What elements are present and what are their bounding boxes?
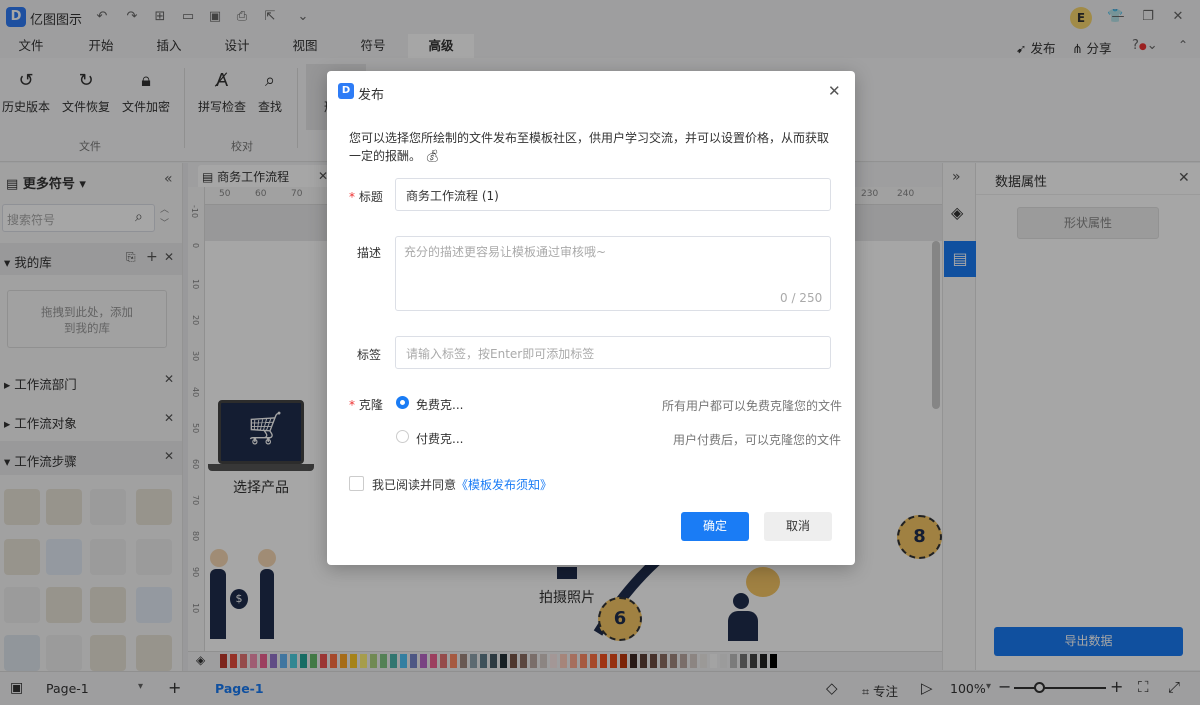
free-clone-description: 所有用户都可以免费克隆您的文件 [662, 399, 843, 413]
cancel-button[interactable]: 取消 [764, 512, 832, 541]
confirm-button[interactable]: 确定 [681, 512, 749, 541]
title-label: * 标题 [349, 190, 383, 204]
free-clone-radio[interactable] [396, 396, 409, 409]
free-clone-option[interactable]: 免费克... [416, 396, 463, 413]
tags-input[interactable]: 请输入标签，按Enter即可添加标签 [395, 336, 831, 369]
close-dialog-icon[interactable]: ✕ [828, 82, 841, 100]
publish-dialog: D 发布 ✕ 您可以选择您所绘制的文件发布至模板社区，供用户学习交流，并可以设置… [327, 71, 855, 565]
description-textarea[interactable]: 充分的描述更容易让模板通过审核哦~ 0 / 250 [395, 236, 831, 311]
title-input[interactable]: 商务工作流程 (1) [395, 178, 831, 211]
clone-label: * 克隆 [349, 398, 383, 412]
money-bag-icon: 💰︎ [424, 149, 441, 163]
publish-terms-link[interactable]: 《模板发布须知》 [456, 476, 552, 493]
paid-clone-radio[interactable] [396, 430, 409, 443]
description-label: 描述 [357, 246, 382, 260]
tags-label: 标签 [357, 348, 382, 362]
app-logo-icon: D [338, 83, 354, 99]
dialog-intro: 您可以选择您所绘制的文件发布至模板社区，供用户学习交流，并可以设置价格，从而获取… [349, 131, 830, 163]
dialog-title: 发布 [358, 88, 385, 103]
agree-text: 我已阅读并同意 [372, 478, 457, 492]
agree-checkbox[interactable] [349, 476, 364, 491]
char-counter: 0 / 250 [780, 291, 823, 305]
paid-clone-description: 用户付费后，可以克隆您的文件 [673, 433, 842, 447]
paid-clone-option[interactable]: 付费克... [416, 430, 463, 447]
